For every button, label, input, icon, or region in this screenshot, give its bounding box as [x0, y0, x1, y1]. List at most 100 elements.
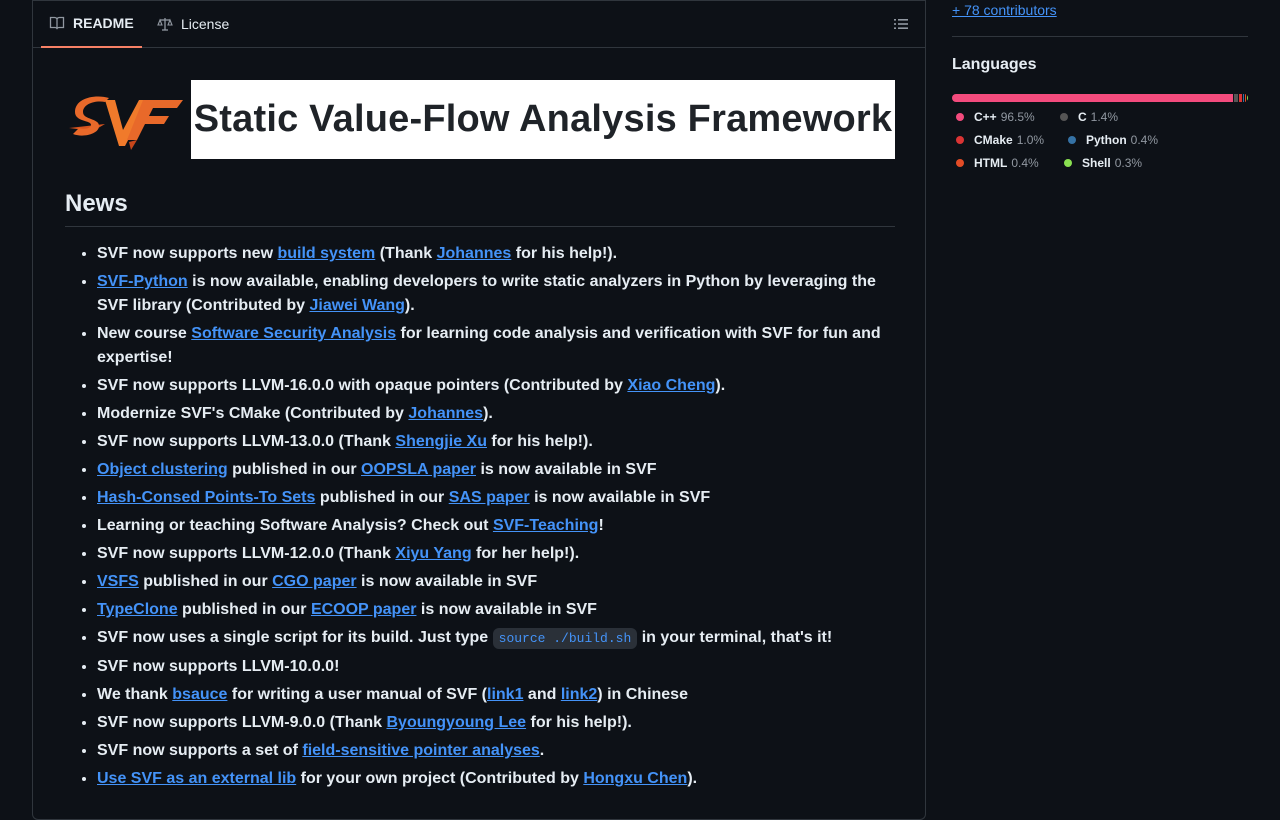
contributors-link[interactable]: + 78 contributors — [952, 2, 1057, 18]
language-name: Shell — [1082, 156, 1111, 170]
news-link[interactable]: Byoungyoung Lee — [387, 714, 527, 731]
news-item: Modernize SVF's CMake (Contributed by Jo… — [97, 402, 895, 426]
language-name: CMake — [974, 133, 1013, 147]
news-text: SVF now supports LLVM-16.0.0 with opaque… — [97, 377, 628, 394]
tab-readme[interactable]: README — [41, 0, 142, 48]
news-link[interactable]: Use SVF as an external lib — [97, 770, 296, 787]
news-item: Use SVF as an external lib for your own … — [97, 767, 895, 791]
language-name: HTML — [974, 156, 1008, 170]
news-text: is now available in SVF — [416, 601, 597, 618]
news-text: and — [523, 686, 561, 703]
news-link[interactable]: CGO paper — [272, 573, 356, 590]
news-text: . — [539, 742, 545, 759]
news-text: in your terminal, that's it! — [637, 629, 833, 646]
news-text: SVF now supports new — [97, 245, 278, 262]
news-link[interactable]: ECOOP paper — [311, 601, 417, 618]
news-text: SVF now supports LLVM-13.0.0 (Thank — [97, 433, 396, 450]
news-link[interactable]: Xiao Cheng — [627, 377, 715, 394]
tab-license-label: License — [181, 16, 230, 32]
languages-bar-segment — [1242, 94, 1244, 102]
news-link[interactable]: Hash-Consed Points-To Sets — [97, 489, 315, 506]
language-item[interactable]: CMake 1.0% — [956, 133, 1044, 147]
news-item: SVF now supports LLVM-16.0.0 with opaque… — [97, 374, 895, 398]
news-link[interactable]: Object clustering — [97, 461, 228, 478]
news-text: for his help!). — [511, 245, 618, 262]
language-item[interactable]: HTML 0.4% — [956, 156, 1039, 170]
news-text: Modernize SVF's CMake (Contributed by — [97, 405, 409, 422]
news-text: SVF now supports LLVM-10.0.0! — [97, 658, 340, 675]
sidebar-divider — [952, 36, 1248, 37]
news-link[interactable]: Jiawei Wang — [309, 297, 404, 314]
languages-bar-segment — [952, 94, 1233, 102]
news-link[interactable]: Johannes — [437, 245, 512, 262]
news-text: SVF now uses a single script for its bui… — [97, 629, 493, 646]
news-text: published in our — [138, 573, 273, 590]
news-text: (Thank — [375, 245, 437, 262]
news-link[interactable]: Software Security Analysis — [191, 325, 396, 342]
news-item: SVF now uses a single script for its bui… — [97, 626, 895, 651]
news-item: New course Software Security Analysis fo… — [97, 322, 895, 370]
news-item: SVF-Python is now available, enabling de… — [97, 270, 895, 318]
news-link[interactable]: Johannes — [408, 405, 483, 422]
news-text: ! — [598, 517, 604, 534]
news-text: is now available, enabling developers to… — [97, 273, 876, 314]
news-text: Learning or teaching Software Analysis? … — [97, 517, 493, 534]
news-text: SVF now supports a set of — [97, 742, 303, 759]
language-item[interactable]: C 1.4% — [1060, 110, 1118, 124]
languages-bar-segment — [1247, 94, 1248, 102]
language-item[interactable]: C++ 96.5% — [956, 110, 1035, 124]
news-link[interactable]: link2 — [561, 686, 597, 703]
news-link[interactable]: OOPSLA paper — [361, 461, 476, 478]
languages-heading: Languages — [952, 56, 1037, 73]
news-item: Hash-Consed Points-To Sets published in … — [97, 486, 895, 510]
news-link[interactable]: SVF-Python — [97, 273, 188, 290]
news-item: Learning or teaching Software Analysis? … — [97, 514, 895, 538]
news-link[interactable]: Hongxu Chen — [583, 770, 687, 787]
news-item: SVF now supports LLVM-13.0.0 (Thank Shen… — [97, 430, 895, 454]
tab-license[interactable]: License — [149, 0, 237, 48]
news-item: SVF now supports LLVM-10.0.0! — [97, 655, 895, 679]
language-color-dot — [1064, 159, 1072, 167]
news-text: ). — [715, 377, 726, 394]
news-link[interactable]: Xiyu Yang — [395, 545, 471, 562]
language-color-dot — [1068, 136, 1076, 144]
news-item: VSFS published in our CGO paper is now a… — [97, 570, 895, 594]
language-item[interactable]: Shell 0.3% — [1064, 156, 1142, 170]
news-text: published in our — [177, 601, 311, 618]
news-link[interactable]: build system — [277, 245, 375, 262]
news-text: is now available in SVF — [476, 461, 657, 478]
news-link[interactable]: link1 — [487, 686, 523, 703]
news-text: ). — [687, 770, 698, 787]
news-text: ). — [483, 405, 493, 422]
news-item: Object clustering published in our OOPSL… — [97, 458, 895, 482]
languages-bar — [952, 94, 1248, 102]
news-text: for your own project (Contributed by — [296, 770, 584, 787]
readme-panel: README License Static Value-Flow Analysi… — [32, 0, 926, 820]
table-of-contents-button[interactable] — [891, 14, 911, 34]
book-icon — [49, 16, 65, 30]
news-link[interactable]: field-sensitive pointer analyses — [302, 742, 539, 759]
news-link[interactable]: VSFS — [97, 573, 139, 590]
readme-banner: Static Value-Flow Analysis Framework — [65, 80, 895, 160]
language-name: C++ — [974, 110, 997, 124]
news-link[interactable]: bsauce — [172, 686, 227, 703]
news-item: SVF now supports a set of field-sensitiv… — [97, 739, 895, 763]
news-link[interactable]: Shengjie Xu — [395, 433, 487, 450]
news-text: is now available in SVF — [529, 489, 711, 506]
language-percent: 0.4% — [1130, 133, 1159, 147]
news-link[interactable]: SAS paper — [449, 489, 530, 506]
news-text: SVF now supports LLVM-9.0.0 (Thank — [97, 714, 387, 731]
languages-bar-segment — [1233, 94, 1238, 102]
news-item: SVF now supports new build system (Thank… — [97, 242, 895, 266]
tab-readme-label: README — [73, 15, 134, 31]
language-item[interactable]: Python 0.4% — [1068, 133, 1158, 147]
readme-tabbar: README License — [33, 0, 925, 48]
news-link[interactable]: TypeClone — [97, 601, 178, 618]
news-text: SVF now supports LLVM-12.0.0 (Thank — [97, 545, 396, 562]
language-percent: 1.4% — [1090, 110, 1119, 124]
news-text: for writing a user manual of SVF ( — [227, 686, 488, 703]
languages-bar-segment — [1245, 94, 1247, 102]
news-item: SVF now supports LLVM-9.0.0 (Thank Byoun… — [97, 711, 895, 735]
inline-code: source ./build.sh — [492, 628, 638, 649]
news-link[interactable]: SVF-Teaching — [493, 517, 599, 534]
